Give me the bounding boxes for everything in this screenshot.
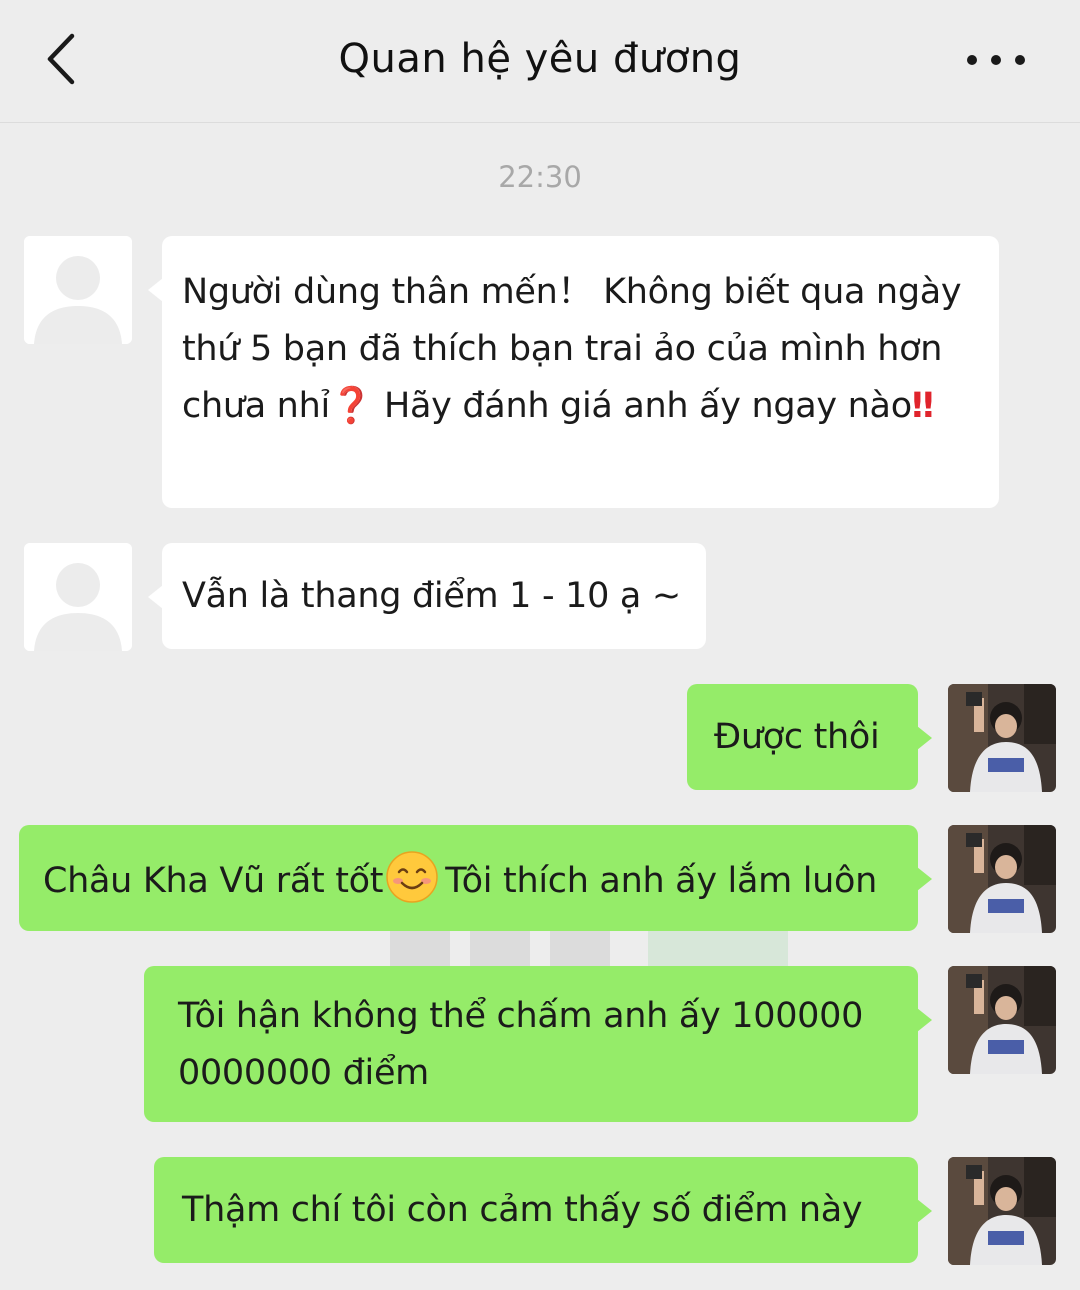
message-text: Châu Kha Vũ rất tốt (43, 861, 384, 901)
outgoing-message-bubble[interactable]: Tôi hận không thể chấm anh ấy 100000 000… (144, 966, 932, 1122)
outgoing-message-bubble[interactable]: Châu Kha Vũ rất tốt Tôi thích anh ấy lắm… (19, 825, 932, 931)
sender-avatar[interactable] (24, 543, 132, 651)
sender-avatar[interactable] (24, 236, 132, 344)
chat-title: Quan hệ yêu đương (338, 36, 742, 82)
message-text: Thậm chí tôi còn cảm thấy số điểm này (182, 1190, 863, 1230)
top-bar: Quan hệ yêu đương (0, 0, 1080, 123)
more-button[interactable] (956, 40, 1036, 80)
person-silhouette-icon (24, 543, 132, 651)
own-avatar[interactable] (948, 825, 1056, 933)
own-avatar[interactable] (948, 684, 1056, 792)
incoming-message-bubble[interactable]: Người dùng thân mến！ Không biết qua ngày… (148, 236, 999, 508)
user-photo-avatar (948, 966, 1056, 1074)
outgoing-message-bubble[interactable]: Được thôi (687, 684, 932, 790)
double-exclamation-emoji: ‼ (911, 386, 934, 426)
question-mark-emoji: ❓ (329, 386, 374, 426)
outgoing-message-bubble[interactable]: Thậm chí tôi còn cảm thấy số điểm này (154, 1157, 932, 1263)
message-timestamp: 22:30 (498, 160, 582, 194)
message-text: Tôi hận không thể chấm anh ấy 100000 000… (178, 996, 864, 1093)
message-text: Tôi thích anh ấy lắm luôn (445, 861, 878, 901)
person-silhouette-icon (24, 236, 132, 344)
user-photo-avatar (948, 825, 1056, 933)
own-avatar[interactable] (948, 966, 1056, 1074)
message-text: Hãy đánh giá anh ấy ngay nào (373, 386, 912, 426)
smiling-face-emoji (386, 851, 438, 903)
user-photo-avatar (948, 1157, 1056, 1265)
more-dots-icon (967, 55, 1025, 65)
message-text: Vẫn là thang điểm 1 - 10 ạ ~ (182, 576, 681, 616)
message-text: Được thôi (714, 717, 880, 757)
incoming-message-bubble[interactable]: Vẫn là thang điểm 1 - 10 ạ ~ (148, 543, 706, 649)
user-photo-avatar (948, 684, 1056, 792)
own-avatar[interactable] (948, 1157, 1056, 1265)
